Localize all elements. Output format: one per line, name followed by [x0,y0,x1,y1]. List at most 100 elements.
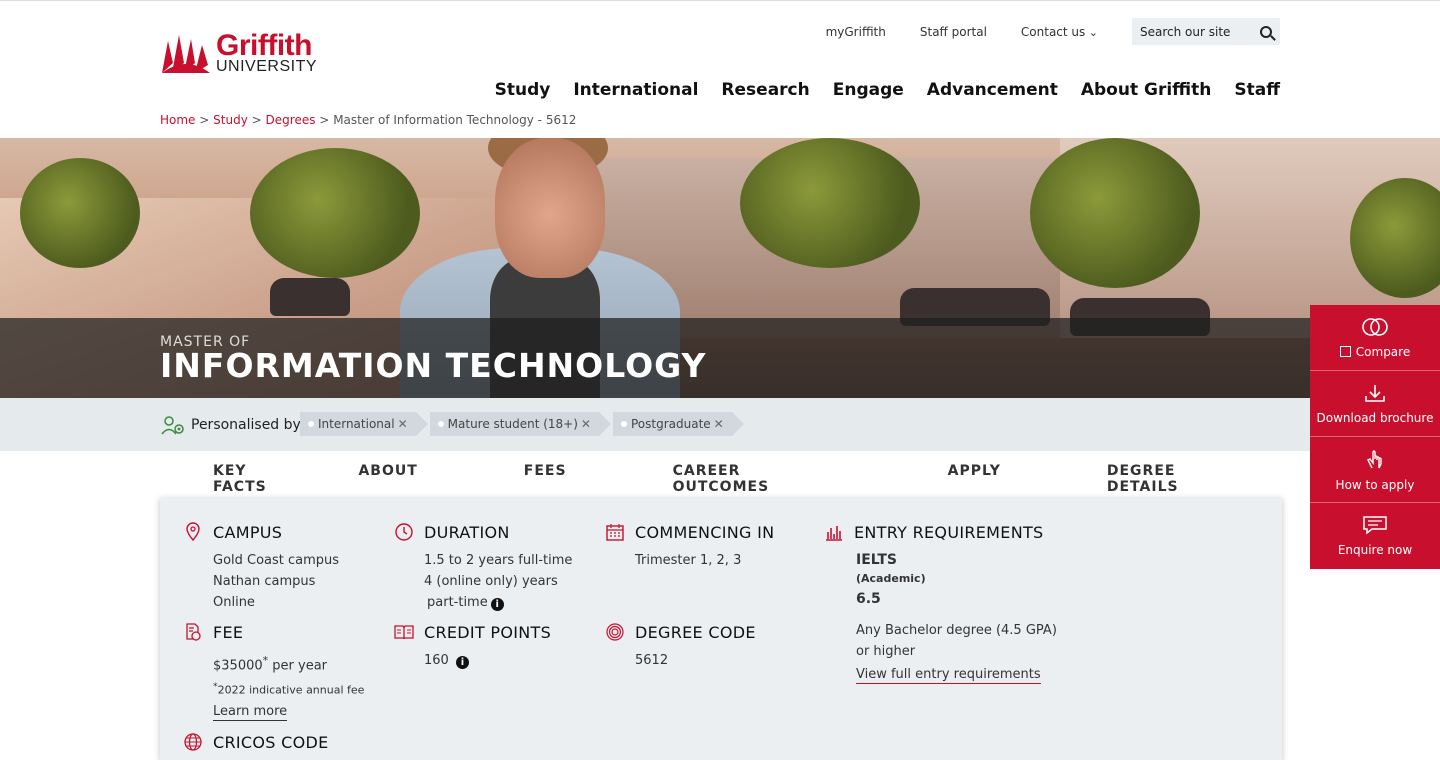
logo-subtext: UNIVERSITY [216,58,318,75]
user-settings-icon [161,416,184,435]
personalisation-bar: Personalised by International ✕ Mature st… [0,398,1440,451]
hero-tree [1030,138,1200,288]
compare-label: Compare [1355,344,1411,359]
view-entry-requirements-link[interactable]: View full entry requirements [856,666,1041,684]
nav-engage[interactable]: Engage [833,80,904,100]
breadcrumb-study[interactable]: Study [213,113,248,127]
fact-commencing: COMMENCING IN Trimester 1, 2, 3 [606,522,775,571]
chip-mature-student[interactable]: Mature student (18+) ✕ [429,412,612,436]
entry-req-line: or higher [856,644,916,659]
fact-title: COMMENCING IN [635,522,775,542]
breadcrumb-sep: > [251,113,262,127]
breadcrumb-current: Master of Information Technology - 5612 [333,113,577,127]
nav-study[interactable]: Study [495,80,551,100]
nav-international[interactable]: International [573,80,698,100]
entry-score: 6.5 [856,591,881,607]
chip-label: Mature student (18+) [447,417,578,431]
chip-postgraduate[interactable]: Postgraduate ✕ [612,412,744,436]
fee-per: per year [272,658,328,674]
download-brochure-button[interactable]: Download brochure [1310,371,1440,437]
chip-dot [437,421,444,427]
chip-dot [620,421,627,427]
breadcrumb: Home > Study > Degrees > Master of Infor… [160,113,576,127]
nav-about-griffith[interactable]: About Griffith [1081,80,1212,100]
griffith-logo[interactable]: Griffith UNIVERSITY [160,31,317,75]
personalised-text: Personalised by [191,417,301,433]
fee-asterisk: * [262,654,269,667]
enquire-now-label: Enquire now [1337,543,1413,557]
fact-title: CAMPUS [213,522,283,542]
duration-line: 1.5 to 2 years full-time [424,553,573,568]
hero-tree [20,158,140,268]
chip-label: Postgraduate [630,417,711,431]
campus-item: Gold Coast campus [213,553,340,568]
remove-chip-icon[interactable]: ✕ [581,417,591,431]
key-facts-panel: CAMPUS Gold Coast campus Nathan campus O… [160,497,1282,760]
campus-item: Online [213,595,255,610]
breadcrumb-home[interactable]: Home [160,113,195,127]
chat-icon [1362,515,1388,539]
degree-code-value: 5612 [635,653,669,668]
info-icon[interactable]: i [455,656,469,669]
entry-test: IELTS [856,552,898,568]
fact-title: CREDIT POINTS [424,622,552,642]
nav-advancement[interactable]: Advancement [927,80,1058,100]
fact-cricos-code: CRICOS CODE [184,732,329,760]
compare-checkbox[interactable] [1339,345,1351,357]
book-icon [394,625,414,640]
hero-tree [250,148,420,278]
compare-icon [1359,317,1391,341]
how-to-apply-button[interactable]: How to apply [1310,437,1440,503]
chip-label: International [318,417,395,431]
fact-duration: DURATION 1.5 to 2 years full-time 4 (onl… [395,522,573,613]
utility-nav: myGriffith Staff portal Contact us Searc… [826,18,1280,45]
fact-degree-code: DEGREE CODE 5612 [606,622,756,671]
compare-button[interactable]: Compare [1310,305,1440,371]
commencing-value: Trimester 1, 2, 3 [635,553,742,568]
page-title: INFORMATION TECHNOLOGY [160,346,707,385]
credit-points-value: 160 [424,653,449,668]
entry-req-line: Any Bachelor degree (4.5 GPA) [856,623,1057,638]
remove-chip-icon[interactable]: ✕ [714,417,724,431]
globe-icon [184,733,202,751]
breadcrumb-degrees[interactable]: Degrees [266,113,316,127]
fact-title: ENTRY REQUIREMENTS [854,522,1044,542]
staff-portal-link[interactable]: Staff portal [920,25,987,39]
fact-title: FEE [213,622,244,642]
enquire-now-button[interactable]: Enquire now [1310,503,1440,569]
fee-amount: $35000 [213,658,263,674]
learn-more-link[interactable]: Learn more [213,703,288,721]
chip-dot [308,421,314,427]
personalised-label: Personalised by [160,414,301,436]
chip-international[interactable]: International ✕ [300,412,428,436]
fact-campus: CAMPUS Gold Coast campus Nathan campus O… [186,522,340,613]
hero-car [270,278,350,316]
hero-banner: MASTER OF INFORMATION TECHNOLOGY [0,138,1440,398]
site-header: Griffith UNIVERSITY myGriffith Staff por… [0,0,1440,138]
fact-title: DEGREE CODE [635,622,756,642]
hero-person-face [495,138,605,278]
griffith-flame-icon [162,35,210,73]
personalisation-chips: International ✕ Mature student (18+) ✕ Pos… [300,412,746,436]
fact-title: DURATION [424,522,510,542]
duration-line: part-time [427,595,488,610]
search-icon[interactable] [1260,25,1272,38]
entry-test-sub: (Academic) [856,572,926,585]
hero-tree [740,138,920,268]
calendar-icon [606,524,624,541]
mygriffith-link[interactable]: myGriffith [826,25,886,39]
nav-research[interactable]: Research [721,80,809,100]
search-input[interactable]: Search our site [1132,18,1280,45]
nav-staff[interactable]: Staff [1234,80,1280,100]
duration-line: 4 (online only) years [424,574,558,589]
search-placeholder: Search our site [1140,24,1231,39]
clock-icon [395,523,413,541]
remove-chip-icon[interactable]: ✕ [398,417,408,431]
breadcrumb-sep: > [319,113,330,127]
contact-us-dropdown[interactable]: Contact us [1021,25,1098,39]
fact-credit-points: CREDIT POINTS 160 i [394,622,552,671]
info-icon[interactable]: i [490,598,504,611]
logo-wordmark: Griffith [216,29,312,62]
download-brochure-label: Download brochure [1316,410,1434,425]
fee-note: 2022 indicative annual fee [217,683,365,697]
